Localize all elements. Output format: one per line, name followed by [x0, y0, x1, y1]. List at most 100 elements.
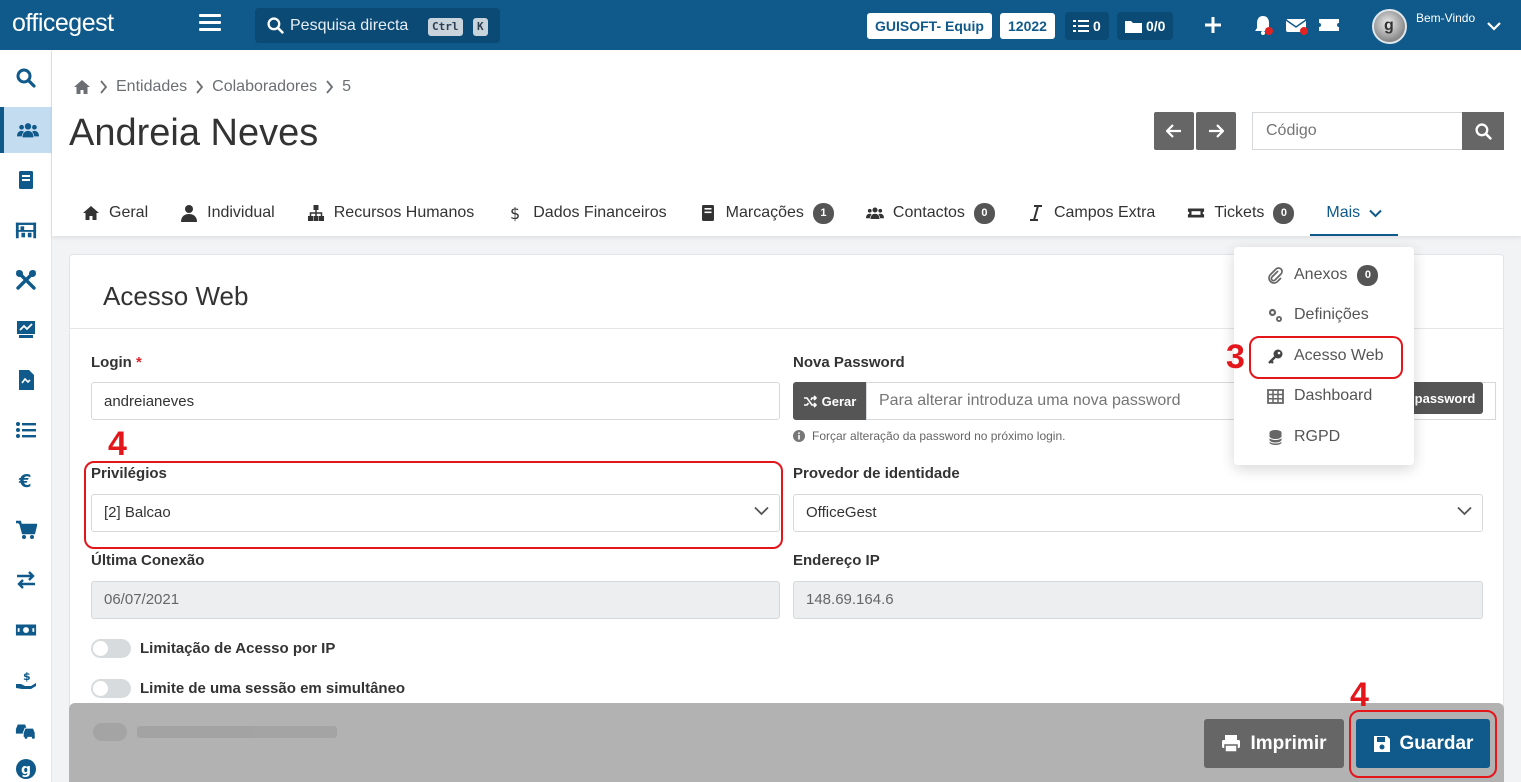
sidebar-finance[interactable]: €: [0, 457, 52, 503]
sidebar-transfers[interactable]: [0, 557, 52, 603]
tab-human-resources[interactable]: Recursos Humanos: [307, 190, 474, 236]
users-icon: [17, 123, 39, 138]
single-session-toggle[interactable]: [91, 679, 131, 698]
breadcrumb-entities[interactable]: Entidades: [116, 78, 187, 96]
global-search[interactable]: Pesquisa directa Ctrl K: [255, 8, 500, 43]
breadcrumb: Entidades Colaboradores 5: [73, 78, 351, 96]
annotation-step-3: 3: [1226, 338, 1245, 376]
notification-dot: [1265, 27, 1273, 35]
sidebar-purchases[interactable]: [0, 507, 52, 553]
chevron-right-icon: [100, 80, 108, 94]
chevron-down-icon: [754, 506, 769, 516]
menu-item-settings[interactable]: Definições: [1234, 297, 1414, 333]
new-password-label: Nova Password: [793, 354, 905, 371]
floppy-disk-icon: [1373, 735, 1390, 752]
list-icon: [16, 422, 36, 438]
folder-icon: [1125, 21, 1142, 33]
svg-text:$: $: [23, 670, 31, 683]
dollar-icon: $: [510, 204, 520, 222]
menu-item-dashboard[interactable]: Dashboard: [1234, 378, 1414, 414]
sidebar-payments[interactable]: $: [0, 657, 52, 703]
home-icon[interactable]: [73, 79, 91, 95]
login-input[interactable]: [91, 382, 780, 420]
tab-financial-data[interactable]: $ Dados Financeiros: [506, 190, 666, 236]
sidebar-documents[interactable]: [0, 157, 52, 203]
sidebar-list[interactable]: [0, 407, 52, 453]
menu-item-attachments[interactable]: Anexos 0: [1234, 257, 1414, 293]
sidebar-tools[interactable]: [0, 257, 52, 303]
search-icon: [267, 17, 284, 34]
printer-icon: [1222, 735, 1241, 753]
sidebar-warehouse[interactable]: [0, 207, 52, 253]
sidebar-reports[interactable]: [0, 307, 52, 353]
save-button[interactable]: Guardar: [1356, 719, 1490, 768]
tickets-count-badge: 0: [1273, 202, 1295, 224]
tab-bookings[interactable]: Marcações 1: [699, 190, 834, 236]
cars-icon: [15, 724, 36, 739]
plus-icon[interactable]: [1201, 14, 1225, 36]
search-icon: [1474, 122, 1492, 140]
menu-toggle-icon[interactable]: [199, 14, 221, 36]
ip-address-label: Endereço IP: [793, 552, 880, 569]
single-session-label: Limite de uma sessão em simultâneo: [140, 680, 406, 697]
sidebar-search[interactable]: [0, 55, 52, 101]
tasks-count: 0: [1093, 18, 1101, 34]
docs-count: 0/0: [1146, 18, 1166, 34]
bookings-count-badge: 1: [812, 202, 834, 224]
company-badge[interactable]: GUISOFT- Equip: [867, 13, 992, 39]
home-icon: [83, 206, 99, 220]
print-button[interactable]: Imprimir: [1204, 719, 1344, 768]
header-panel: Entidades Colaboradores 5 Andreia Neves …: [52, 50, 1521, 236]
ip-limit-toggle[interactable]: [91, 639, 131, 658]
sidebar-brand[interactable]: g: [0, 746, 52, 782]
code-input[interactable]: [1252, 112, 1462, 150]
tasks-counter[interactable]: 0: [1065, 12, 1109, 40]
tools-icon: [16, 270, 36, 290]
tab-bar: Geral Individual Recursos Humanos $ Dado…: [82, 190, 1414, 236]
next-record-button[interactable]: [1196, 112, 1236, 150]
key-icon: [1268, 349, 1283, 364]
privileges-select[interactable]: [2] Balcao: [91, 494, 780, 532]
tab-general[interactable]: Geral: [82, 190, 148, 236]
sidebar-cash[interactable]: [0, 607, 52, 653]
chevron-down-icon[interactable]: [1487, 21, 1501, 31]
tab-more[interactable]: Mais: [1310, 190, 1398, 236]
code-search-button[interactable]: [1462, 112, 1504, 150]
sidebar-files[interactable]: [0, 357, 52, 403]
chevron-right-icon: [326, 80, 334, 94]
tab-individual[interactable]: Individual: [180, 190, 275, 236]
generate-password-button[interactable]: Gerar: [793, 382, 866, 420]
breadcrumb-collaborators[interactable]: Colaboradores: [212, 78, 317, 96]
breadcrumb-current: 5: [342, 78, 352, 95]
last-connection-label: Última Conexão: [91, 552, 205, 569]
tab-tickets[interactable]: Tickets 0: [1187, 190, 1295, 236]
number-badge[interactable]: 12022: [1000, 13, 1055, 39]
sidebar-entities[interactable]: [0, 107, 52, 153]
identity-provider-select[interactable]: OfficeGest: [793, 494, 1483, 532]
book-icon: [19, 171, 33, 189]
ticket-icon[interactable]: [1317, 14, 1341, 36]
login-label: Login *: [91, 354, 142, 371]
password-action-button[interactable]: password: [1407, 382, 1483, 414]
task-list-icon: [1073, 20, 1089, 32]
previous-record-button[interactable]: [1154, 112, 1194, 150]
arrow-right-icon: [1209, 124, 1224, 138]
database-icon: [1269, 429, 1282, 445]
shuffle-icon: [803, 394, 817, 408]
tab-extra-fields[interactable]: Campos Extra: [1027, 190, 1155, 236]
sidebar: € $ g: [0, 50, 52, 782]
app-logo[interactable]: officegest: [12, 9, 114, 38]
paperclip-icon: [1268, 266, 1283, 284]
warehouse-icon: [15, 222, 37, 239]
search-placeholder: Pesquisa directa: [290, 17, 409, 34]
menu-item-web-access[interactable]: Acesso Web: [1234, 338, 1414, 374]
gears-icon: [1268, 308, 1282, 322]
top-bar: officegest Pesquisa directa Ctrl K GUISO…: [0, 0, 1521, 50]
docs-counter[interactable]: 0/0: [1117, 12, 1174, 40]
cart-icon: [16, 520, 37, 539]
section-title: Acesso Web: [103, 281, 249, 311]
user-avatar[interactable]: g: [1372, 9, 1407, 44]
menu-item-rgpd[interactable]: RGPD: [1234, 419, 1414, 455]
book-icon: [701, 205, 714, 221]
tab-contacts[interactable]: Contactos 0: [865, 190, 995, 236]
